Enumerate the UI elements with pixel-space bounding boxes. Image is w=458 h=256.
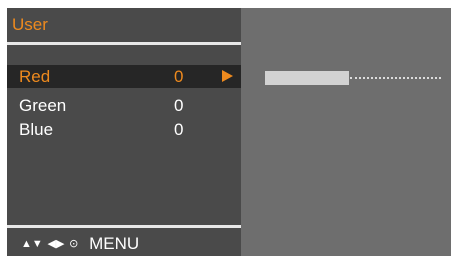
up-down-arrows-icon: ▲▼ [21,237,43,250]
menu-item-value: 0 [174,96,184,115]
ok-button-icon: ⊙ [69,237,79,250]
menu-item-value: 0 [174,67,184,86]
title-divider [7,42,241,45]
menu-item-value: 0 [174,120,184,139]
osd-screen: User Red 0 Green 0 Blue 0 ▲▼ ◀▶ ⊙ MENU [7,8,451,256]
menu-hint-label: MENU [89,233,140,253]
menu-panel: User Red 0 Green 0 Blue 0 ▲▼ ◀▶ ⊙ MENU [7,8,241,256]
select-arrow-icon [222,70,233,82]
slider-track [350,77,441,79]
menu-item-label: Red [19,67,51,86]
menu-title: User [12,15,48,34]
navigation-hint: ▲▼ ◀▶ ⊙ MENU [21,233,139,253]
bottom-divider [7,225,241,228]
slider-fill [265,71,349,85]
menu-item-label: Blue [19,120,54,139]
menu-item-green[interactable]: Green 0 [7,94,241,117]
menu-item-red[interactable]: Red 0 [7,65,241,88]
menu-item-blue[interactable]: Blue 0 [7,118,241,141]
red-level-slider[interactable] [265,71,441,85]
menu-item-label: Green [19,96,67,115]
left-right-arrows-icon: ◀▶ [47,237,65,250]
